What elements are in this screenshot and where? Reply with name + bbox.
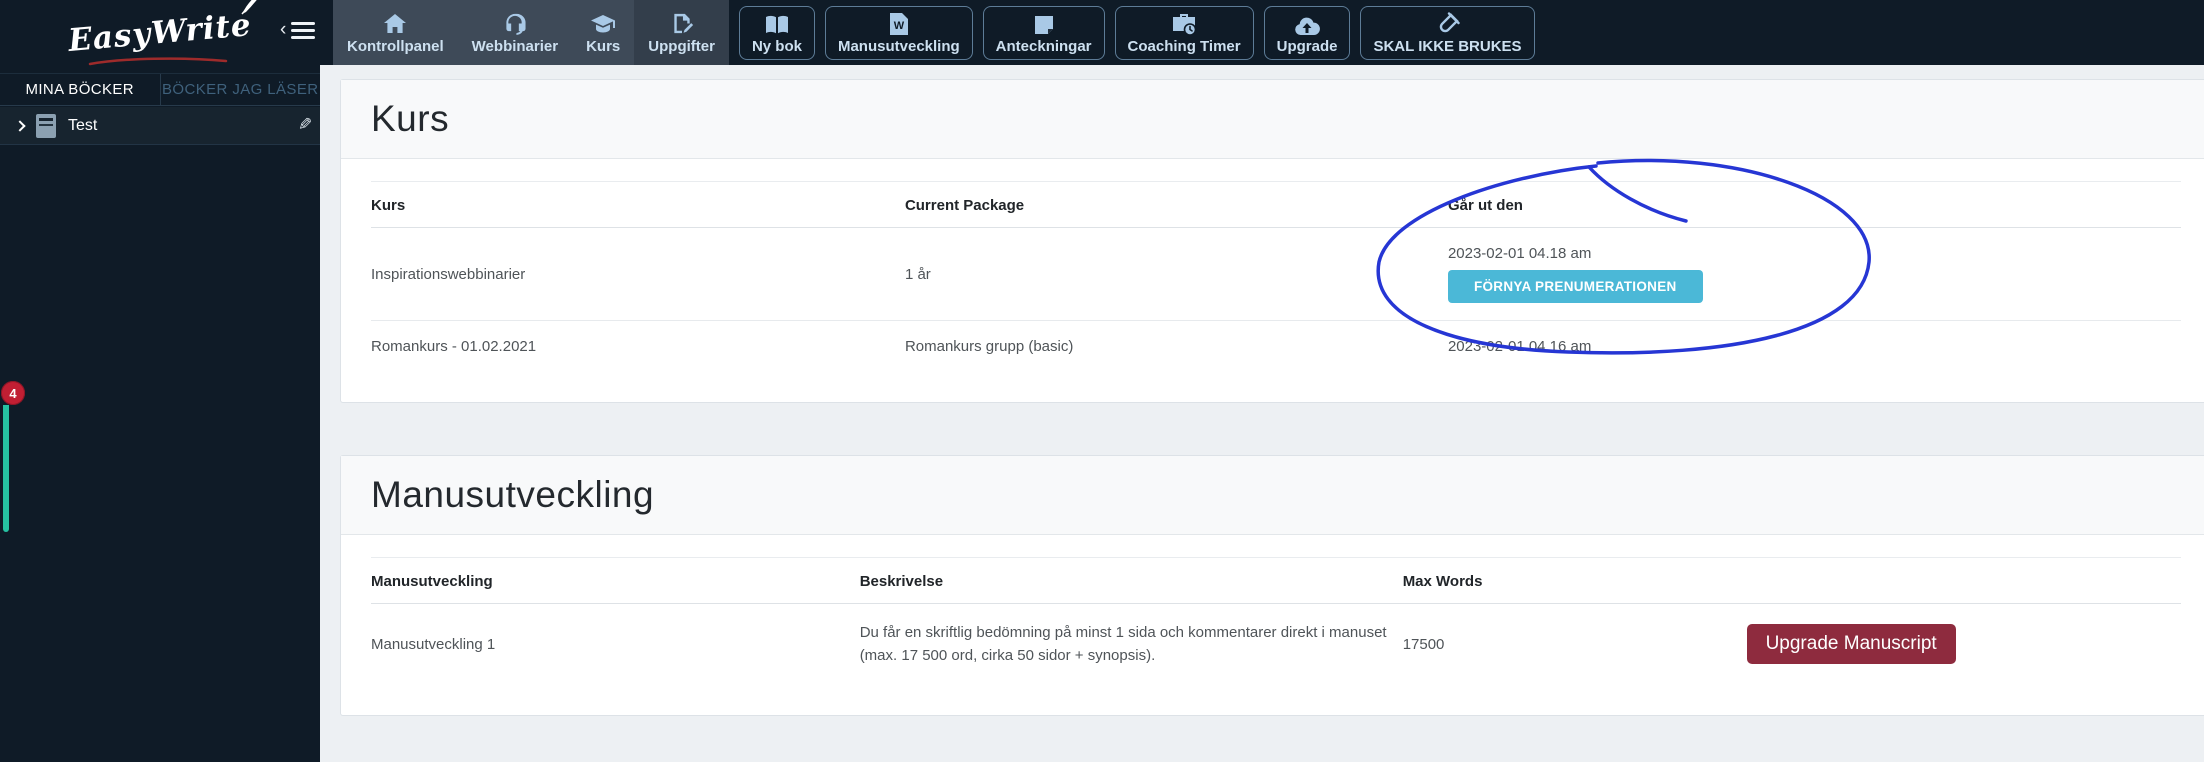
- brand-logo-text: EasyWrite: [66, 7, 254, 59]
- table-row: Inspirationswebbinarier 1 år 2023-02-01 …: [371, 228, 2181, 321]
- tab-bocker-jag-laser[interactable]: BÖCKER JAG LÄSER: [159, 74, 321, 105]
- nav-label: Ny bok: [751, 37, 802, 55]
- table-row: Romankurs - 01.02.2021 Romankurs grupp (…: [371, 320, 2181, 372]
- home-icon: [383, 11, 407, 35]
- open-book-icon: [764, 12, 790, 36]
- nav-label: Anteckningar: [995, 37, 1092, 55]
- sidebar-collapse-button[interactable]: ‹: [280, 19, 316, 40]
- hamburger-menu-icon: [291, 22, 316, 39]
- sidebar-tabs: MINA BÖCKER BÖCKER JAG LÄSER: [0, 73, 320, 106]
- nav-kurs[interactable]: Kurs: [572, 0, 634, 65]
- feather-icon: [241, 0, 257, 15]
- nav-uppgifter[interactable]: Uppgifter: [634, 0, 729, 65]
- nav-label: Kontrollpanel: [347, 37, 444, 55]
- max-words-cell: 17500: [1402, 635, 1445, 653]
- nav-anteckningar[interactable]: Anteckningar: [982, 5, 1105, 60]
- expires-cell: 2023-02-01 04.16 am: [1447, 320, 2181, 372]
- chevron-left-icon: ‹: [280, 19, 287, 40]
- column-header-beskrivelse: Beskrivelse: [859, 557, 1403, 604]
- package-cell: 1 år: [904, 265, 931, 283]
- note-icon: [1033, 12, 1055, 36]
- page-title-kurs: Kurs: [371, 98, 450, 139]
- kurs-name-cell: Romankurs - 01.02.2021: [371, 320, 905, 372]
- edit-pencil-icon[interactable]: ✎: [298, 115, 312, 135]
- nav-manusutveckling[interactable]: W Manusutveckling: [824, 5, 973, 60]
- nav-label: Webbinarier: [471, 37, 559, 55]
- brand-logo[interactable]: EasyWrite: [66, 0, 257, 66]
- column-header-current-package: Current Package: [904, 181, 1448, 228]
- manus-name-cell: Manusutveckling 1: [371, 635, 496, 653]
- upgrade-manuscript-button[interactable]: Upgrade Manuscript: [1746, 624, 1956, 665]
- headset-icon: [503, 11, 527, 35]
- nav-label: Upgrade: [1276, 37, 1338, 55]
- package-cell: Romankurs grupp (basic): [904, 320, 1448, 372]
- kurs-table-header-row: Kurs Current Package Går ut den: [371, 181, 2181, 228]
- book-icon: [36, 113, 56, 138]
- nav-label: Uppgifter: [648, 37, 715, 55]
- nav-upgrade[interactable]: Upgrade: [1263, 5, 1351, 60]
- document-edit-icon: [670, 11, 694, 35]
- expiry-date: 2023-02-01 04.18 am: [1447, 245, 1592, 262]
- nav-coaching-timer[interactable]: Coaching Timer: [1114, 5, 1254, 60]
- nav-label: Manusutveckling: [837, 37, 960, 55]
- sidebar: EasyWrite ‹ MINA BÖCKER BÖCKER JAG LÄSER…: [0, 0, 320, 762]
- manus-table-header-row: Manusutveckling Beskrivelse Max Words: [371, 557, 2181, 604]
- description-cell: Du får en skriftlig bedömning på minst 1…: [859, 624, 1387, 665]
- cloud-upload-icon: [1294, 12, 1320, 36]
- nav-label: Coaching Timer: [1127, 37, 1241, 55]
- nav-button-group: Ny bok W Manusutveckling Anteckningar Co…: [738, 5, 1535, 60]
- column-header-actions: [1746, 557, 2181, 604]
- nav-group: Kontrollpanel Webbinarier Kurs Uppgifter: [333, 0, 729, 65]
- tree-item-label: Test: [68, 116, 98, 134]
- table-row: Manusutveckling 1 Du får en skriftlig be…: [371, 604, 2181, 685]
- kurs-card-header: Kurs: [341, 80, 2204, 159]
- briefcase-clock-icon: [1171, 12, 1197, 36]
- tab-mina-bocker[interactable]: MINA BÖCKER: [0, 74, 160, 105]
- nav-skal-ikke-brukes[interactable]: SKAL IKKE BRUKES: [1360, 5, 1535, 60]
- kurs-table: Kurs Current Package Går ut den Inspirat…: [371, 181, 2181, 372]
- nav-ny-bok[interactable]: Ny bok: [738, 5, 815, 60]
- notification-badge[interactable]: 4: [1, 381, 25, 405]
- manus-card-body: Manusutveckling Beskrivelse Max Words Ma…: [341, 535, 2204, 715]
- main-content: Kurs Kurs Current Package Går ut den Ins…: [320, 65, 2204, 762]
- expires-cell: 2023-02-01 04.18 am FÖRNYA PRENUMERATION…: [1447, 228, 2181, 321]
- action-cell: Upgrade Manuscript: [1746, 604, 2181, 685]
- nav-label: Kurs: [586, 37, 621, 55]
- manus-table: Manusutveckling Beskrivelse Max Words Ma…: [371, 557, 2181, 685]
- renew-subscription-button[interactable]: FÖRNYA PRENUMERATIONEN: [1447, 270, 1703, 303]
- nav-kontrollpanel[interactable]: Kontrollpanel: [333, 0, 458, 65]
- top-navigation: Kontrollpanel Webbinarier Kurs Uppgifter: [333, 0, 1535, 65]
- nav-webbinarier[interactable]: Webbinarier: [458, 0, 572, 65]
- page-title-manusutveckling: Manusutveckling: [371, 474, 655, 515]
- column-header-gar-ut-den: Går ut den: [1447, 181, 2181, 228]
- svg-text:W: W: [894, 20, 905, 32]
- nav-label: SKAL IKKE BRUKES: [1373, 37, 1522, 55]
- column-header-manusutveckling: Manusutveckling: [371, 557, 860, 604]
- manusutveckling-card: Manusutveckling Manusutveckling Beskrive…: [340, 455, 2204, 716]
- kurs-card-body: Kurs Current Package Går ut den Inspirat…: [341, 159, 2204, 402]
- sidebar-item-test[interactable]: Test ✎: [0, 107, 320, 145]
- teal-progress-bar: [3, 405, 9, 532]
- word-document-icon: W: [889, 12, 909, 36]
- manus-card-header: Manusutveckling: [341, 456, 2204, 535]
- chevron-right-icon[interactable]: [14, 119, 26, 132]
- kurs-name-cell: Inspirationswebbinarier: [371, 265, 526, 283]
- logo-underline-swoosh: [88, 57, 228, 66]
- column-header-kurs: Kurs: [371, 181, 905, 228]
- kurs-card: Kurs Kurs Current Package Går ut den Ins…: [340, 79, 2204, 403]
- test-tube-icon: [1436, 11, 1460, 36]
- column-header-max-words: Max Words: [1402, 557, 1747, 604]
- graduation-cap-icon: [590, 11, 616, 35]
